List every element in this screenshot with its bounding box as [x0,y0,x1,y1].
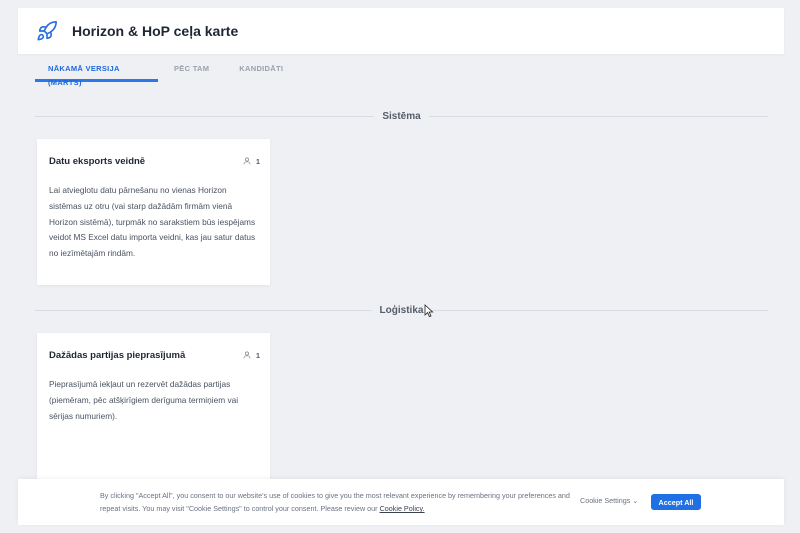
roadmap-card-data-export[interactable]: Datu eksports veidnē 1 Lai atvieglotu da… [37,139,270,285]
cookie-settings-button[interactable]: Cookie Settings ⌄ [580,496,638,505]
vote-number: 1 [255,156,260,166]
divider-line [35,309,372,311]
rocket-icon [36,20,58,42]
tab-after[interactable]: PĒC TAM [160,62,223,82]
divider-line [35,115,375,117]
card-header: Dažādas partijas pieprasījumā 1 [49,333,260,373]
section-divider-system: Sistēma [35,108,769,124]
vote-count[interactable]: 1 [243,157,260,166]
card-description: Lai atvieglotu datu pārnešanu no vienas … [49,185,256,259]
app-header: Horizon & HoP ceļa karte [18,8,784,54]
vote-number: 1 [255,350,260,360]
tab-bar: NĀKAMĀ VERSIJA (MARTS) PĒC TAM KANDIDĀTI [35,62,297,87]
page-title: Horizon & HoP ceļa karte [72,23,239,39]
mouse-cursor-icon [424,304,434,318]
divider-line [428,115,769,117]
user-icon [243,157,251,165]
section-title-logistics: Loģistika [379,304,424,316]
roadmap-card-batches[interactable]: Dažādas partijas pieprasījumā 1 Pieprasī… [37,333,270,483]
tab-next-version[interactable]: NĀKAMĀ VERSIJA (MARTS) [35,62,158,87]
accept-all-button[interactable]: Accept All [651,494,701,510]
section-divider-logistics: Loģistika [35,302,768,318]
tab-candidates[interactable]: KANDIDĀTI [225,62,297,82]
divider-line [431,309,768,311]
cookie-banner: By clicking "Accept All", you consent to… [18,479,784,525]
section-title-system: Sistēma [382,110,421,122]
card-description: Pieprasījumā iekļaut un rezervēt dažādas… [49,379,239,421]
cookie-settings-label: Cookie Settings [580,496,631,505]
user-icon [243,351,251,359]
cookie-text: By clicking "Accept All", you consent to… [100,491,570,513]
cookie-consent-text: By clicking "Accept All", you consent to… [100,489,575,515]
chevron-down-icon: ⌄ [632,496,639,505]
card-title: Dažādas partijas pieprasījumā [49,349,186,361]
card-title: Datu eksports veidnē [49,155,146,167]
card-header: Datu eksports veidnē 1 [49,139,260,179]
app-frame: Horizon & HoP ceļa karte NĀKAMĀ VERSIJA … [0,0,800,533]
vote-count[interactable]: 1 [243,351,260,360]
cookie-policy-link[interactable]: Cookie Policy. [380,504,425,513]
